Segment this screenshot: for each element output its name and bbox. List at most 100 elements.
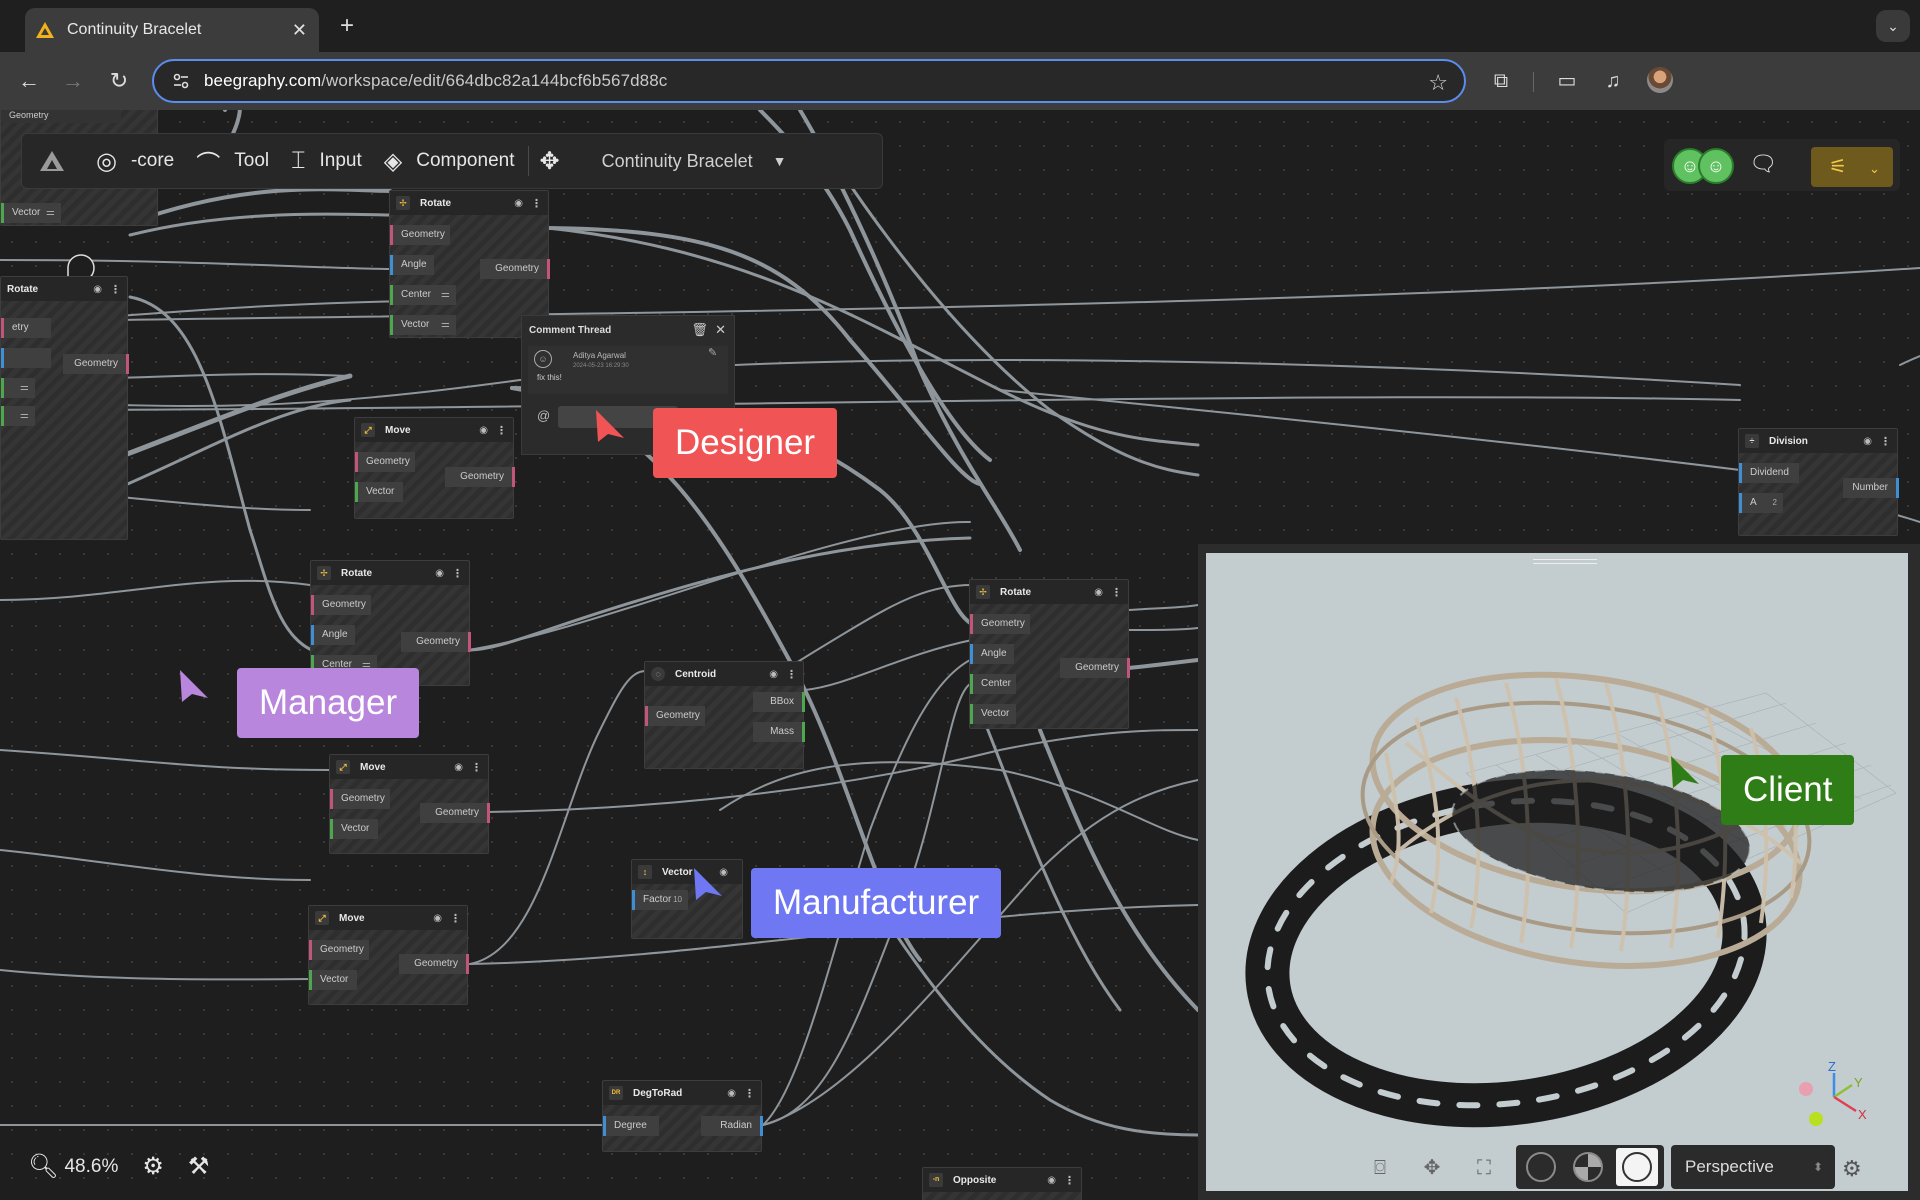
- axis-gizmo[interactable]: Z Y X: [1792, 1057, 1882, 1147]
- node-menu-icon[interactable]: ⋮: [1880, 435, 1891, 448]
- site-info-icon[interactable]: [172, 72, 190, 90]
- node-port-geometry-out[interactable]: Geometry: [480, 259, 550, 279]
- node-port-vector[interactable]: Vector ⚌: [390, 315, 456, 335]
- node-port-factor[interactable]: Factor 10: [632, 890, 688, 910]
- node-menu-icon[interactable]: ⋮: [786, 668, 797, 681]
- node-port-geometry[interactable]: Geometry: [311, 595, 371, 615]
- checker-shading-icon[interactable]: [1573, 1152, 1603, 1182]
- node-degtorad[interactable]: DR DegToRad ◉ ⋮ Degree Radian: [602, 1080, 763, 1152]
- node-port-angle[interactable]: Angle: [390, 255, 434, 275]
- visibility-eye-icon[interactable]: ◉: [727, 1088, 736, 1099]
- node-port-angle[interactable]: [1, 348, 51, 368]
- node-port-geometry-out[interactable]: Geometry: [401, 632, 471, 652]
- back-button[interactable]: ←: [14, 66, 44, 96]
- plugin-button[interactable]: ✥: [539, 147, 579, 176]
- node-port-a[interactable]: A2: [1739, 493, 1783, 513]
- adjust-icon[interactable]: ⚌: [20, 406, 29, 426]
- node-port-geometry[interactable]: etry: [1, 318, 51, 338]
- zoom-level[interactable]: 48.6%: [64, 1156, 118, 1178]
- node-port-vector[interactable]: Vector: [309, 970, 357, 990]
- collaborator-avatar-2[interactable]: ☺: [1698, 148, 1734, 184]
- visibility-eye-icon[interactable]: ◉: [769, 669, 778, 680]
- node-port-center[interactable]: Center: [970, 674, 1016, 694]
- node-port-vector[interactable]: Vector: [330, 819, 378, 839]
- node-port-dividend[interactable]: Dividend: [1739, 463, 1799, 483]
- visibility-eye-icon[interactable]: ◉: [433, 913, 442, 924]
- node-port-angle[interactable]: Angle: [970, 644, 1014, 664]
- properties-toggle-button[interactable]: ⚟ ⌄: [1811, 147, 1893, 187]
- node-menu-icon[interactable]: ⋮: [1111, 586, 1122, 599]
- visibility-eye-icon[interactable]: ◉: [435, 568, 444, 579]
- node-editor-canvas[interactable]: Geometry Vector ⚌ Rotate ◉ ⋮ etry ⚌ ⚌ Geome…: [0, 110, 1920, 1200]
- node-port-geometry[interactable]: Geometry: [390, 225, 450, 245]
- node-move-2[interactable]: ⤢ Move ◉ ⋮ Geometry Vector Geometry: [329, 754, 490, 854]
- node-port-vector[interactable]: Vector: [355, 482, 403, 502]
- node-port-vector[interactable]: Vector ⚌: [1, 203, 61, 223]
- node-menu-icon[interactable]: ⋮: [110, 283, 121, 296]
- forward-button[interactable]: →: [58, 66, 88, 96]
- node-port-radian-out[interactable]: Radian: [701, 1116, 763, 1136]
- mention-icon[interactable]: @: [537, 408, 550, 423]
- engine-icon[interactable]: ⚒: [188, 1152, 210, 1181]
- cast-icon[interactable]: ▭: [1552, 66, 1582, 96]
- node-port-geometry[interactable]: Geometry: [330, 789, 390, 809]
- node-centroid[interactable]: ◌ Centroid ◉ ⋮ Geometry BBox Mass: [644, 661, 805, 769]
- node-port-geometry-out[interactable]: Geometry: [1060, 658, 1130, 678]
- node-menu-icon[interactable]: ⋮: [744, 1087, 755, 1100]
- visibility-eye-icon[interactable]: ◉: [514, 198, 523, 209]
- node-move-3[interactable]: ⤢ Move ◉ ⋮ Geometry Vector Geometry: [308, 905, 469, 1005]
- rendered-shading-button[interactable]: [1616, 1148, 1658, 1186]
- viewport-settings-gear-icon[interactable]: ⚙: [1842, 1156, 1862, 1182]
- new-tab-button[interactable]: +: [333, 12, 361, 40]
- node-move-1[interactable]: ⤢ Move ◉ ⋮ Geometry Vector Geometry: [354, 417, 515, 519]
- close-thread-icon[interactable]: ✕: [715, 322, 726, 337]
- node-port-geometry[interactable]: Geometry: [970, 614, 1030, 634]
- comments-icon[interactable]: 🗨: [1749, 153, 1777, 177]
- fit-view-icon[interactable]: ⛶: [1472, 1156, 1496, 1180]
- factor-value[interactable]: 10: [673, 890, 682, 910]
- visibility-eye-icon[interactable]: ◉: [93, 284, 102, 295]
- screenshot-camera-icon[interactable]: ⌼: [1368, 1156, 1392, 1180]
- pan-icon[interactable]: ✥: [1420, 1156, 1444, 1180]
- visibility-eye-icon[interactable]: ◉: [1863, 436, 1872, 447]
- close-tab-icon[interactable]: ✕: [292, 20, 307, 41]
- adjust-icon[interactable]: ⚌: [20, 378, 29, 398]
- camera-mode-select[interactable]: Perspective ⬍: [1671, 1145, 1835, 1189]
- node-port-bbox-out[interactable]: BBox: [753, 692, 805, 712]
- visibility-eye-icon[interactable]: ◉: [1047, 1175, 1056, 1186]
- browser-tab[interactable]: Continuity Bracelet ✕: [25, 8, 319, 52]
- delete-thread-icon[interactable]: 🗑: [691, 322, 708, 337]
- media-controls-icon[interactable]: ♫: [1598, 66, 1628, 96]
- tool-menu[interactable]: ⌒ Tool: [196, 144, 269, 179]
- adjust-icon[interactable]: ⚌: [441, 285, 450, 305]
- project-selector[interactable]: Continuity Bracelet ▼: [602, 151, 787, 172]
- edit-comment-icon[interactable]: ✎: [708, 346, 717, 359]
- node-port-geometry-out[interactable]: Geometry: [399, 954, 469, 974]
- node-port-degree[interactable]: Degree: [603, 1116, 659, 1136]
- node-menu-icon[interactable]: ⋮: [471, 761, 482, 774]
- profile-avatar[interactable]: [1647, 67, 1673, 93]
- zoom-magnifier-icon[interactable]: 🔍︎: [28, 1152, 58, 1181]
- node-port-vector[interactable]: ⚌: [1, 406, 35, 426]
- node-menu-icon[interactable]: ⋮: [450, 912, 461, 925]
- node-port-angle[interactable]: Angle: [311, 625, 355, 645]
- node-port-geometry[interactable]: Geometry: [645, 706, 705, 726]
- node-port-geometry-out[interactable]: Geometry: [63, 354, 129, 374]
- beegraphy-logo-icon[interactable]: [38, 149, 66, 173]
- node-rotate-left[interactable]: Rotate ◉ ⋮ etry ⚌ ⚌ Geometry: [0, 276, 129, 540]
- node-port-center[interactable]: Center ⚌: [390, 285, 456, 305]
- 3d-scene[interactable]: Client Z Y X ⌼ ✥ ⛶ Perspective ⬍ ⚙: [1206, 553, 1908, 1191]
- bookmark-star-icon[interactable]: ☆: [1428, 70, 1448, 96]
- node-rotate-right[interactable]: ✢ Rotate ◉ ⋮ Geometry Angle Center Vector G…: [969, 579, 1130, 729]
- tab-search-button[interactable]: ⌄: [1876, 10, 1910, 42]
- canvas-settings-gear-icon[interactable]: ⚙: [142, 1152, 164, 1181]
- node-opposite[interactable]: -n Opposite ◉ ⋮: [922, 1167, 1082, 1200]
- node-port-geometry[interactable]: Geometry: [1, 110, 121, 123]
- node-vector[interactable]: ↕ Vector ◉ Factor 10: [631, 859, 743, 939]
- core-menu[interactable]: ◎ -core: [96, 147, 174, 176]
- node-port-mass-out[interactable]: Mass: [753, 722, 805, 742]
- node-port-geometry[interactable]: Geometry: [355, 452, 415, 472]
- visibility-eye-icon[interactable]: ◉: [479, 425, 488, 436]
- node-menu-icon[interactable]: ⋮: [1064, 1174, 1075, 1187]
- gizmo-neg-y[interactable]: [1809, 1112, 1823, 1126]
